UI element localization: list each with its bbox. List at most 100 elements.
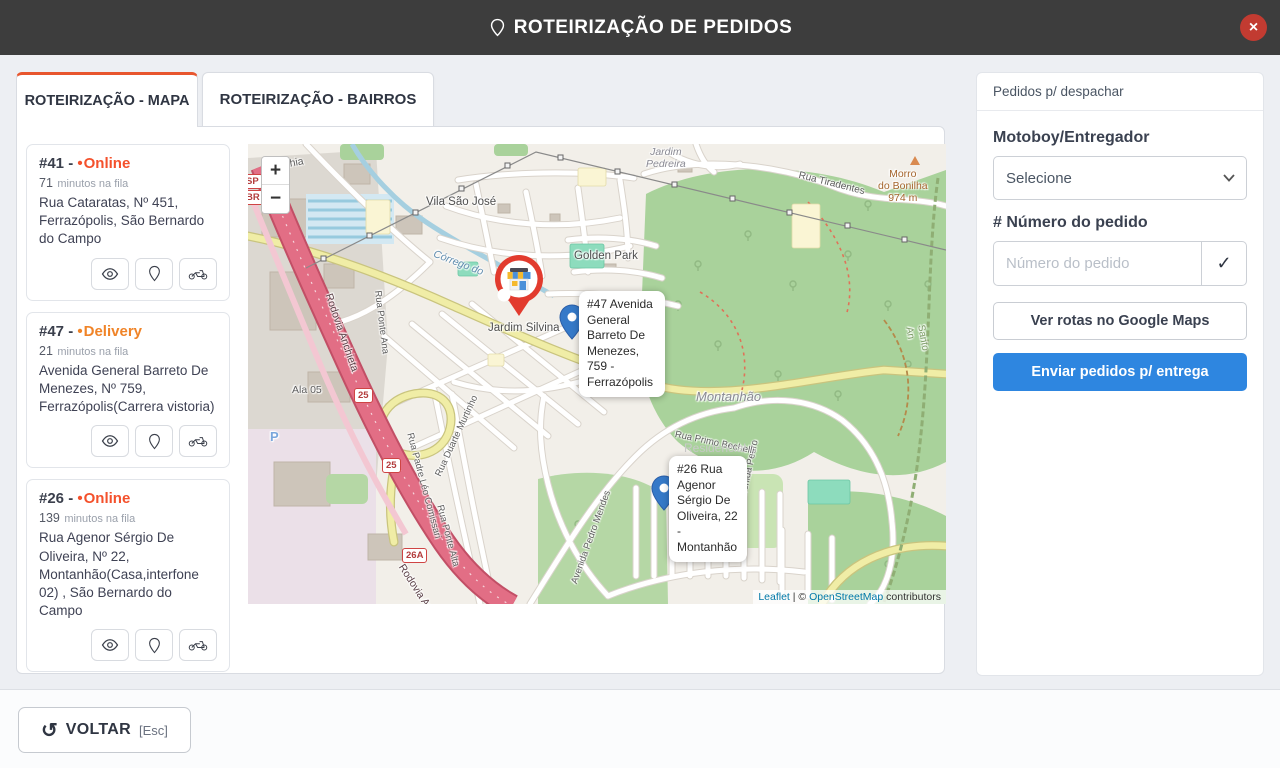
page-title: ROTEIRIZAÇÃO DE PEDIDOS xyxy=(488,17,793,39)
map-tab-panel: #41 - •Online 71 minutos na fila Rua Cat… xyxy=(16,126,945,674)
dispatch-order-button[interactable] xyxy=(179,629,217,661)
order-address: Avenida General Barreto De Menezes, Nº 7… xyxy=(39,362,217,417)
place-label: Jardim Silvina xyxy=(488,322,560,335)
locate-order-button[interactable] xyxy=(135,425,173,457)
tab-label: ROTEIRIZAÇÃO - MAPA xyxy=(25,93,190,109)
order-actions xyxy=(39,425,217,457)
view-order-button[interactable] xyxy=(91,629,129,661)
status-dot-icon: • xyxy=(77,155,82,172)
order-card-26: #26 - •Online 139 minutos na fila Rua Ag… xyxy=(26,479,230,672)
back-button[interactable]: ↺ VOLTAR [Esc] xyxy=(18,707,191,753)
queue-label: minutos na fila xyxy=(64,513,135,525)
queue-label: minutos na fila xyxy=(57,178,128,190)
tab-roteirizacao-mapa[interactable]: ROTEIRIZAÇÃO - MAPA xyxy=(16,72,198,127)
dispatch-panel-title: Pedidos p/ despachar xyxy=(977,73,1263,111)
place-label: Golden Park xyxy=(574,250,638,263)
leaflet-map[interactable]: Bahia Vila São José Jardim Pedreira Gold… xyxy=(248,144,946,604)
eye-icon xyxy=(101,638,119,652)
google-maps-routes-button[interactable]: Ver rotas no Google Maps xyxy=(993,302,1247,340)
motorcycle-icon xyxy=(188,434,208,448)
queue-minutes: 21 xyxy=(39,344,53,358)
map-pin-icon xyxy=(148,265,161,282)
order-card-41: #41 - •Online 71 minutos na fila Rua Cat… xyxy=(26,144,230,301)
leaflet-link[interactable]: Leaflet xyxy=(758,591,790,603)
zoom-in-button[interactable]: + xyxy=(262,157,289,185)
order-26-popup: #26 Rua Agenor Sérgio De Oliveira, 22 - … xyxy=(669,456,747,562)
street-label: Santo An xyxy=(903,324,930,354)
order-address: Rua Cataratas, Nº 451, Ferrazópolis, São… xyxy=(39,194,217,249)
attribution-suffix: contributors xyxy=(883,591,941,603)
modal-titlebar: ROTEIRIZAÇÃO DE PEDIDOS × xyxy=(0,0,1280,55)
footer-bar: ↺ VOLTAR [Esc] xyxy=(0,689,1280,768)
order-number: #26 - xyxy=(39,490,77,507)
road-shield: 26A xyxy=(402,548,427,563)
queue-minutes: 139 xyxy=(39,511,60,525)
queue-minutes: 71 xyxy=(39,176,53,190)
order-header: #26 - •Online xyxy=(39,490,217,507)
queue-label: minutos na fila xyxy=(57,346,128,358)
tab-label: ROTEIRIZAÇÃO - BAIRROS xyxy=(220,91,417,108)
close-button[interactable]: × xyxy=(1240,14,1267,41)
order-list: #41 - •Online 71 minutos na fila Rua Cat… xyxy=(26,144,230,672)
map-pin-icon xyxy=(148,637,161,654)
check-icon: ✓ xyxy=(1216,253,1231,273)
order-actions xyxy=(39,629,217,661)
order-number-input[interactable] xyxy=(993,241,1201,286)
back-button-label: VOLTAR xyxy=(66,721,131,739)
confirm-order-button[interactable]: ✓ xyxy=(1201,241,1247,286)
queue-time: 21 minutos na fila xyxy=(39,342,217,360)
status-badge: Delivery xyxy=(84,323,142,340)
send-orders-button[interactable]: Enviar pedidos p/ entrega xyxy=(993,353,1247,391)
page-title-text: ROTEIRIZAÇÃO DE PEDIDOS xyxy=(514,17,793,39)
order-number: #41 - xyxy=(39,155,77,172)
place-label: Vila São José xyxy=(426,196,496,209)
dispatch-panel: Pedidos p/ despachar Motoboy/Entregador … xyxy=(976,72,1264,676)
locate-order-button[interactable] xyxy=(135,629,173,661)
esc-shortcut-hint: [Esc] xyxy=(139,723,168,738)
status-badge: Online xyxy=(84,490,131,507)
status-dot-icon: • xyxy=(77,490,82,507)
status-dot-icon: • xyxy=(77,323,82,340)
view-order-button[interactable] xyxy=(91,425,129,457)
map-attribution: Leaflet | © OpenStreetMap contributors xyxy=(753,590,946,604)
place-label: Montanhão xyxy=(696,390,761,405)
eye-icon xyxy=(101,434,119,448)
driver-select[interactable]: Selecione xyxy=(993,156,1247,200)
peak-label: Morro do Bonilha 974 m xyxy=(878,168,928,204)
tab-roteirizacao-bairros[interactable]: ROTEIRIZAÇÃO - BAIRROS xyxy=(202,72,434,127)
order-header: #41 - •Online xyxy=(39,155,217,172)
close-icon: × xyxy=(1249,19,1258,37)
queue-time: 71 minutos na fila xyxy=(39,174,217,192)
place-label: Jardim Pedreira xyxy=(646,146,686,170)
motorcycle-icon xyxy=(188,267,208,281)
order-address: Rua Agenor Sérgio De Oliveira, Nº 22, Mo… xyxy=(39,529,217,620)
dispatch-panel-body: Motoboy/Entregador Selecione # Número do… xyxy=(977,111,1263,403)
road-shield: 25 xyxy=(354,388,373,403)
view-order-button[interactable] xyxy=(91,258,129,290)
driver-label: Motoboy/Entregador xyxy=(993,129,1247,147)
locate-order-button[interactable] xyxy=(135,258,173,290)
order-card-47: #47 - •Delivery 21 minutos na fila Aveni… xyxy=(26,312,230,469)
order-number: #47 - xyxy=(39,323,77,340)
store-marker[interactable] xyxy=(493,253,545,317)
eye-icon xyxy=(101,267,119,281)
undo-icon: ↺ xyxy=(41,718,58,743)
parking-label: P xyxy=(270,430,279,445)
store-pin-icon xyxy=(493,253,545,317)
place-label: Residencial xyxy=(684,442,746,456)
map-zoom-control: + − xyxy=(261,156,290,214)
dispatch-order-button[interactable] xyxy=(179,425,217,457)
order-actions xyxy=(39,258,217,290)
map-pin-icon xyxy=(148,433,161,450)
order-47-popup: #47 Avenida General Barreto De Menezes, … xyxy=(579,291,665,397)
motorcycle-icon xyxy=(188,638,208,652)
road-shield: 25 xyxy=(382,458,401,473)
order-header: #47 - •Delivery xyxy=(39,323,217,340)
osm-link[interactable]: OpenStreetMap xyxy=(809,591,883,603)
place-label: Ala 05 xyxy=(292,384,322,396)
peak-icon xyxy=(910,156,920,165)
zoom-out-button[interactable]: − xyxy=(262,185,289,213)
order-number-label: # Número do pedido xyxy=(993,214,1247,232)
status-badge: Online xyxy=(84,155,131,172)
dispatch-order-button[interactable] xyxy=(179,258,217,290)
